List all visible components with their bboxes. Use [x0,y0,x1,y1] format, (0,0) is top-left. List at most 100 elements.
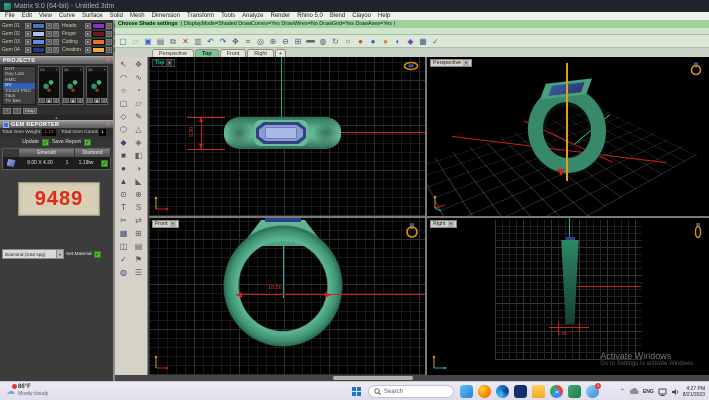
ring-front-view-icon[interactable] [405,222,419,238]
save-icon[interactable]: ▣ [143,36,153,47]
ring-band-top-view[interactable] [224,117,341,149]
menu-file[interactable]: File [5,13,15,19]
tool-icon-21[interactable]: ⊕ [131,189,146,202]
menu-clayoo[interactable]: Clayoo [352,13,371,19]
emerald-cut-gem[interactable] [256,122,306,144]
tool-icon-13[interactable]: ◈ [131,137,146,150]
tool-icon-3[interactable]: ∿ [131,72,146,85]
layer-visibility-button[interactable]: ▸ [85,39,91,45]
tool-icon-0[interactable]: ↖ [116,59,131,72]
layer-visibility-button[interactable]: ▸ [25,23,31,29]
viewport-front[interactable]: Front ▾ 18.50 [149,218,425,375]
taskbar-clock[interactable]: 4:27 PM 8/21/2023 [683,386,705,398]
taskbar-icon-chrome[interactable] [550,385,563,398]
pan-icon[interactable]: ✥ [231,36,241,47]
start-button[interactable] [352,387,361,396]
tool-icon-12[interactable]: ◆ [116,137,131,150]
tool-icon-32[interactable]: ◍ [116,267,131,280]
tool-icon-6[interactable]: ▢ [116,98,131,111]
layer-options-button[interactable]: ≡ [53,23,59,29]
tool-icon-31[interactable]: ⚑ [131,254,146,267]
layer-add-button[interactable]: + [106,39,112,45]
shade-icon[interactable]: ◍ [318,36,328,47]
layer-options-button[interactable]: ≡ [53,31,59,37]
tab-top[interactable]: Top [195,49,218,57]
thumbnail-action-button[interactable]: X [53,98,59,103]
viewport-right[interactable]: Right ▾ 2.60 Activate Windows Go to Sett… [427,218,709,375]
undo-icon[interactable]: ↶ [206,36,216,47]
projects-list[interactable]: DHTDay LottiHMCSVXX423 PNGTitusTV Bas [2,66,36,105]
tool-icon-14[interactable]: ■ [116,150,131,163]
thumbnail-action-button[interactable]: ◉ [70,98,76,103]
tool-icon-4[interactable]: ○ [116,85,131,98]
layer-visibility-button[interactable]: ▸ [85,47,91,53]
chevron-down-icon[interactable]: ▾ [170,221,176,227]
zoom-in-icon[interactable]: ⊕ [268,36,278,47]
tool-icon-9[interactable]: ✎ [131,111,146,124]
render-blue-sphere-icon[interactable]: ● [368,36,378,47]
new-file-icon[interactable]: ▢ [118,36,128,47]
layer-color-swatch[interactable] [92,47,105,53]
menu-tools[interactable]: Tools [221,13,235,19]
network-icon[interactable] [658,388,667,396]
menu-analyze[interactable]: Analyze [242,13,263,19]
viewport-front-label[interactable]: Front ▾ [152,220,179,228]
tool-icon-22[interactable]: T [116,202,131,215]
menu-render[interactable]: Render [271,13,291,19]
chevron-down-icon[interactable]: ▾ [463,60,469,66]
scrollbar-thumb[interactable] [333,376,413,380]
tool-icon-26[interactable]: ▦ [116,228,131,241]
tool-icon-18[interactable]: ▲ [116,176,131,189]
chevron-down-icon[interactable]: ▾ [166,60,172,66]
close-icon[interactable]: × [106,122,110,128]
layer-options-button[interactable]: ≡ [53,47,59,53]
language-indicator[interactable]: ENG [643,389,654,395]
tool-icon-11[interactable]: △ [131,124,146,137]
layer-add-button[interactable]: + [46,31,52,37]
globe-icon[interactable]: ◐ [393,36,403,47]
tool-icon-29[interactable]: ▤ [131,241,146,254]
menu-help[interactable]: Help [378,13,390,19]
projects--button[interactable]: ↑ [13,108,21,114]
command-input-line[interactable] [115,28,709,35]
taskbar-icon-store[interactable] [514,385,527,398]
layer-add-button[interactable]: + [46,23,52,29]
tool-icon-15[interactable]: ◧ [131,150,146,163]
layer-color-swatch[interactable] [32,39,45,45]
menu-mesh[interactable]: Mesh [130,13,145,19]
layer-color-swatch[interactable] [32,47,45,53]
viewport-perspective[interactable]: Perspective ▾ [427,57,709,216]
print-icon[interactable]: ▤ [156,36,166,47]
taskbar-icon-weather[interactable]: 1 [586,385,599,398]
viewport-perspective-label[interactable]: Perspective ▾ [430,59,472,67]
tool-icon-10[interactable]: ⬡ [116,124,131,137]
new-viewport-tab-button[interactable]: + [275,49,286,57]
ring-top-view-icon[interactable] [403,61,419,71]
rotate-view-icon[interactable]: ↻ [331,36,341,47]
layer-visibility-button[interactable]: ▸ [25,47,31,53]
project-thumbnail[interactable]: 26++◉X [62,66,84,105]
ring-perspective-icon[interactable] [689,61,703,76]
check-icon[interactable]: ✓ [431,36,441,47]
thumbnail-action-button[interactable]: + [63,98,69,103]
project-thumbnail[interactable]: 23++◉X [38,66,60,105]
tool-icon-16[interactable]: ● [116,163,131,176]
projects--button[interactable]: + [3,108,11,114]
layer-add-button[interactable]: + [106,47,112,53]
viewport-top-label[interactable]: Top ▾ [152,59,175,67]
tool-icon-24[interactable]: ✂ [116,215,131,228]
tool-icon-23[interactable]: S [131,202,146,215]
layer-options-button[interactable]: ≡ [53,39,59,45]
tray-expand-icon[interactable]: ⌃ [620,388,625,395]
ring-front-view[interactable] [223,225,343,347]
tool-icon-1[interactable]: ✥ [131,59,146,72]
layer-color-swatch[interactable] [92,39,105,45]
tool-icon-25[interactable]: ⇄ [131,215,146,228]
tool-icon-30[interactable]: ✓ [116,254,131,267]
menu-solid[interactable]: Solid [110,13,123,19]
viewport-top[interactable]: Top ▾ 5.90 [149,57,425,216]
close-icon[interactable]: × [106,58,110,64]
menu-edit[interactable]: Edit [22,13,32,19]
material-dropdown[interactable]: Diamond (3.52 spg) ▾ [2,249,64,259]
menu-blend[interactable]: Blend [330,13,345,19]
